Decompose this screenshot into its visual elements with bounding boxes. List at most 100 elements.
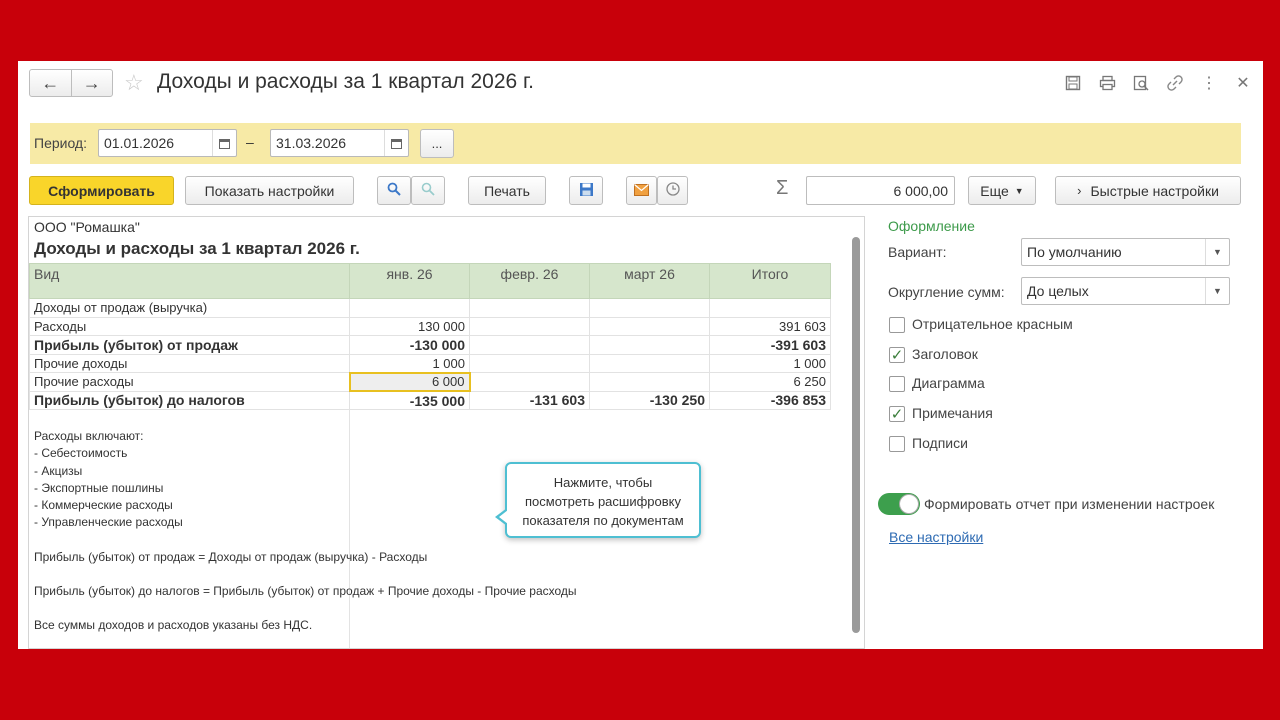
toggle-knob	[899, 494, 919, 514]
tooltip-line: показателя по документам	[522, 513, 684, 528]
email-button[interactable]	[626, 176, 657, 205]
more-icon[interactable]: ⋮	[1199, 73, 1219, 93]
row-label: Прибыль (убыток) до налогов	[29, 390, 350, 410]
note-spacer	[34, 532, 577, 549]
organization-name: ООО "Ромашка"	[34, 219, 140, 235]
sum-icon: Σ	[776, 177, 789, 199]
more-button[interactable]: Еще ▼	[968, 176, 1036, 205]
dropdown-arrow-icon[interactable]: ▼	[1205, 239, 1229, 265]
quick-settings-button[interactable]: › Быстрые настройки	[1055, 176, 1241, 205]
table-cell[interactable]: -396 853	[709, 390, 831, 410]
link-icon[interactable]	[1165, 73, 1185, 93]
back-button[interactable]: ←	[30, 70, 71, 96]
search-cancel-icon	[421, 182, 435, 200]
table-row: Расходы 130 000 391 603	[29, 316, 831, 336]
checkbox-label: Подписи	[912, 435, 968, 451]
rounding-select[interactable]: До целых ▼	[1021, 277, 1230, 305]
table-row: Прочие расходы 6 000 6 250	[29, 371, 831, 392]
row-label: Прибыль (убыток) от продаж	[29, 335, 350, 355]
table-cell[interactable]	[469, 335, 590, 355]
more-label: Еще	[980, 182, 1009, 199]
table-cell[interactable]	[589, 372, 710, 392]
sum-field: 6 000,00	[806, 176, 955, 205]
period-from-field[interactable]: 01.01.2026	[98, 129, 237, 157]
column-header: март 26	[589, 263, 710, 299]
search-icon	[387, 182, 401, 200]
table-cell[interactable]	[589, 316, 710, 336]
checkmark-icon: ✓	[890, 405, 904, 423]
floppy-icon	[579, 182, 594, 200]
print-icon[interactable]	[1097, 73, 1117, 93]
table-cell[interactable]: 1 000	[349, 353, 470, 373]
checkbox-header[interactable]: ✓	[889, 347, 905, 363]
save-report-button[interactable]	[569, 176, 603, 205]
checkbox-negative-red[interactable]	[889, 317, 905, 333]
search-button[interactable]	[377, 176, 411, 205]
table-cell[interactable]	[469, 372, 590, 392]
nav-buttons: ← →	[29, 69, 113, 97]
table-cell[interactable]	[709, 298, 831, 318]
table-cell[interactable]: -130 000	[349, 335, 470, 355]
tooltip-pointer-inner	[499, 510, 508, 524]
column-header: Итого	[709, 263, 831, 299]
report-table: Вид янв. 26 февр. 26 март 26 Итого Доход…	[29, 263, 831, 410]
rounding-label: Округление сумм:	[888, 284, 1005, 300]
note-line: Расходы включают:	[34, 429, 144, 443]
table-cell[interactable]: -135 000	[349, 390, 470, 410]
table-cell[interactable]	[469, 316, 590, 336]
dropdown-arrow-icon[interactable]: ▼	[1205, 278, 1229, 304]
clock-icon	[665, 182, 680, 199]
auto-generate-toggle[interactable]	[878, 493, 920, 515]
period-to-field[interactable]: 31.03.2026	[270, 129, 409, 157]
window-title: Доходы и расходы за 1 квартал 2026 г.	[157, 70, 534, 93]
checkbox-signatures[interactable]	[889, 436, 905, 452]
variant-label: Вариант:	[888, 244, 947, 260]
auto-generate-label: Формировать отчет при изменении настроек	[924, 496, 1215, 512]
checkmark-icon: ✓	[890, 346, 904, 364]
table-cell[interactable]: 6 250	[709, 372, 831, 392]
table-cell[interactable]: 130 000	[349, 316, 470, 336]
table-cell[interactable]: 1 000	[709, 353, 831, 373]
save-icon[interactable]	[1063, 73, 1083, 93]
generate-button[interactable]: Сформировать	[29, 176, 174, 205]
checkbox-notes[interactable]: ✓	[889, 406, 905, 422]
search-cancel-button[interactable]	[411, 176, 445, 205]
table-cell[interactable]: -131 603	[469, 390, 590, 410]
period-select-button[interactable]: ...	[420, 129, 454, 158]
all-settings-link[interactable]: Все настройки	[889, 529, 983, 545]
table-cell[interactable]: -130 250	[589, 390, 710, 410]
table-cell[interactable]	[469, 298, 590, 318]
row-label: Прочие расходы	[29, 372, 350, 392]
calendar-icon[interactable]	[384, 130, 408, 156]
envelope-icon	[634, 183, 649, 199]
tooltip-line: посмотреть расшифровку	[524, 494, 682, 509]
favorite-star-icon[interactable]: ☆	[124, 70, 144, 96]
forward-button[interactable]: →	[70, 70, 113, 96]
print-button[interactable]: Печать	[468, 176, 546, 205]
variant-select[interactable]: По умолчанию ▼	[1021, 238, 1230, 266]
checkbox-label: Заголовок	[912, 346, 978, 362]
vertical-scrollbar[interactable]	[852, 237, 860, 633]
table-cell[interactable]	[589, 298, 710, 318]
checkbox-chart[interactable]	[889, 376, 905, 392]
schedule-button[interactable]	[657, 176, 688, 205]
table-cell[interactable]	[589, 335, 710, 355]
table-cell[interactable]	[469, 353, 590, 373]
chevron-down-icon: ▼	[1014, 185, 1024, 196]
table-cell[interactable]	[349, 298, 470, 318]
table-row: Прибыль (убыток) от продаж -130 000 -391…	[29, 335, 831, 355]
selected-cell[interactable]: 6 000	[348, 371, 471, 392]
checkbox-label: Отрицательное красным	[912, 316, 1073, 332]
note-line: Все суммы доходов и расходов указаны без…	[34, 618, 313, 633]
note-line: - Экспортные пошлины	[34, 480, 164, 495]
table-cell[interactable]: -391 603	[709, 335, 831, 355]
table-cell[interactable]	[589, 353, 710, 373]
note-spacer	[34, 600, 577, 617]
calendar-icon[interactable]	[212, 130, 236, 156]
period-label: Период:	[34, 135, 87, 151]
show-settings-button[interactable]: Показать настройки	[185, 176, 354, 205]
close-icon[interactable]: ✕	[1233, 73, 1253, 93]
preview-icon[interactable]	[1131, 73, 1151, 93]
period-from-value: 01.01.2026	[104, 135, 175, 151]
table-cell[interactable]: 391 603	[709, 316, 831, 336]
